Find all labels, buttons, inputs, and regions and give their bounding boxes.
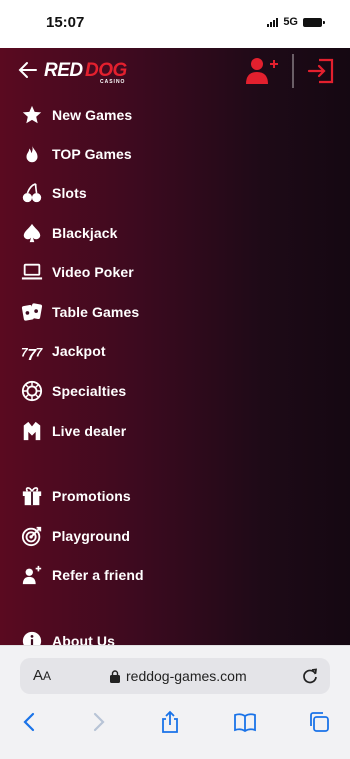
- svg-text:7: 7: [36, 346, 43, 360]
- bookmarks-button[interactable]: [225, 704, 265, 740]
- svg-text:DOG: DOG: [85, 60, 128, 81]
- menu-label: Promotions: [52, 488, 131, 504]
- network-label: 5G: [283, 16, 298, 28]
- menu-item-video-poker[interactable]: Video Poker: [20, 258, 320, 286]
- spade-icon: [20, 221, 44, 245]
- menu-label: Blackjack: [52, 225, 118, 241]
- target-icon: [20, 524, 44, 548]
- register-user-icon[interactable]: [244, 56, 284, 86]
- url-text: reddog-games.com: [126, 668, 247, 684]
- menu-item-refer-a-friend[interactable]: Refer a friend: [20, 561, 320, 589]
- browser-bar: AA reddog-games.com: [0, 645, 350, 759]
- share-button[interactable]: [150, 704, 190, 740]
- status-indicators: 5G: [267, 16, 325, 28]
- battery-icon: [303, 17, 325, 27]
- menu-label: Jackpot: [52, 343, 106, 359]
- side-menu-panel: RED DOG CASINO New Games TOP Games Slots…: [0, 48, 350, 645]
- menu-item-playground[interactable]: Playground: [20, 522, 320, 550]
- status-time: 15:07: [46, 14, 85, 31]
- aa-small: A: [43, 669, 52, 683]
- menu-item-new-games[interactable]: New Games: [20, 101, 320, 129]
- menu-item-table-games[interactable]: Table Games: [20, 298, 320, 326]
- reload-icon[interactable]: [300, 666, 320, 686]
- menu-header: RED DOG CASINO: [0, 48, 350, 96]
- lock-icon: [110, 669, 120, 683]
- browser-toolbar: [0, 704, 350, 744]
- menu-item-top-games[interactable]: TOP Games: [20, 140, 320, 168]
- menu-item-slots[interactable]: Slots: [20, 179, 320, 207]
- menu-item-about-us[interactable]: About Us: [20, 627, 320, 645]
- status-bar: 15:07 5G: [0, 0, 350, 48]
- menu-item-promotions[interactable]: Promotions: [20, 482, 320, 510]
- tabs-icon: [310, 712, 329, 732]
- dealer-icon: [20, 419, 44, 443]
- reddog-logo[interactable]: RED DOG CASINO: [44, 57, 132, 85]
- signal-icon: [267, 17, 279, 27]
- menu-label: Slots: [52, 185, 87, 201]
- share-icon: [162, 710, 178, 733]
- info-icon: [20, 629, 44, 645]
- menu-label: New Games: [52, 107, 133, 123]
- menu-item-specialties[interactable]: Specialties: [20, 377, 320, 405]
- seven-icon: 777: [20, 339, 44, 363]
- login-icon[interactable]: [307, 58, 335, 84]
- star-icon: [20, 103, 44, 127]
- chevron-left-icon: [23, 712, 35, 732]
- address-bar[interactable]: AA reddog-games.com: [20, 658, 330, 694]
- browser-forward-button[interactable]: [78, 704, 118, 740]
- url-display[interactable]: reddog-games.com: [110, 668, 247, 684]
- fire-icon: [20, 142, 44, 166]
- gift-icon: [20, 484, 44, 508]
- tabs-button[interactable]: [299, 704, 339, 740]
- svg-text:CASINO: CASINO: [100, 79, 125, 85]
- menu-item-blackjack[interactable]: Blackjack: [20, 219, 320, 247]
- menu-label: Specialties: [52, 383, 127, 399]
- reader-options-button[interactable]: AA: [33, 667, 51, 684]
- chevron-right-icon: [93, 712, 105, 732]
- cherry-icon: [20, 181, 44, 205]
- menu-label: About Us: [52, 633, 116, 645]
- menu-label: Refer a friend: [52, 567, 144, 583]
- menu-label: Playground: [52, 528, 131, 544]
- menu-label: Table Games: [52, 304, 140, 320]
- header-divider: [292, 54, 294, 88]
- refer-icon: [20, 563, 44, 587]
- menu-item-live-dealer[interactable]: Live dealer: [20, 417, 320, 445]
- book-icon: [234, 713, 256, 733]
- menu-label: Live dealer: [52, 423, 127, 439]
- laptop-icon: [20, 260, 44, 284]
- menu-item-jackpot[interactable]: 777 Jackpot: [20, 337, 320, 365]
- back-arrow-icon[interactable]: [18, 61, 38, 79]
- aa-large: A: [33, 667, 44, 684]
- menu-label: TOP Games: [52, 146, 132, 162]
- menu-label: Video Poker: [52, 264, 134, 280]
- chip-icon: [20, 379, 44, 403]
- cards-icon: [20, 300, 44, 324]
- svg-text:RED: RED: [44, 60, 83, 81]
- browser-back-button[interactable]: [10, 704, 50, 740]
